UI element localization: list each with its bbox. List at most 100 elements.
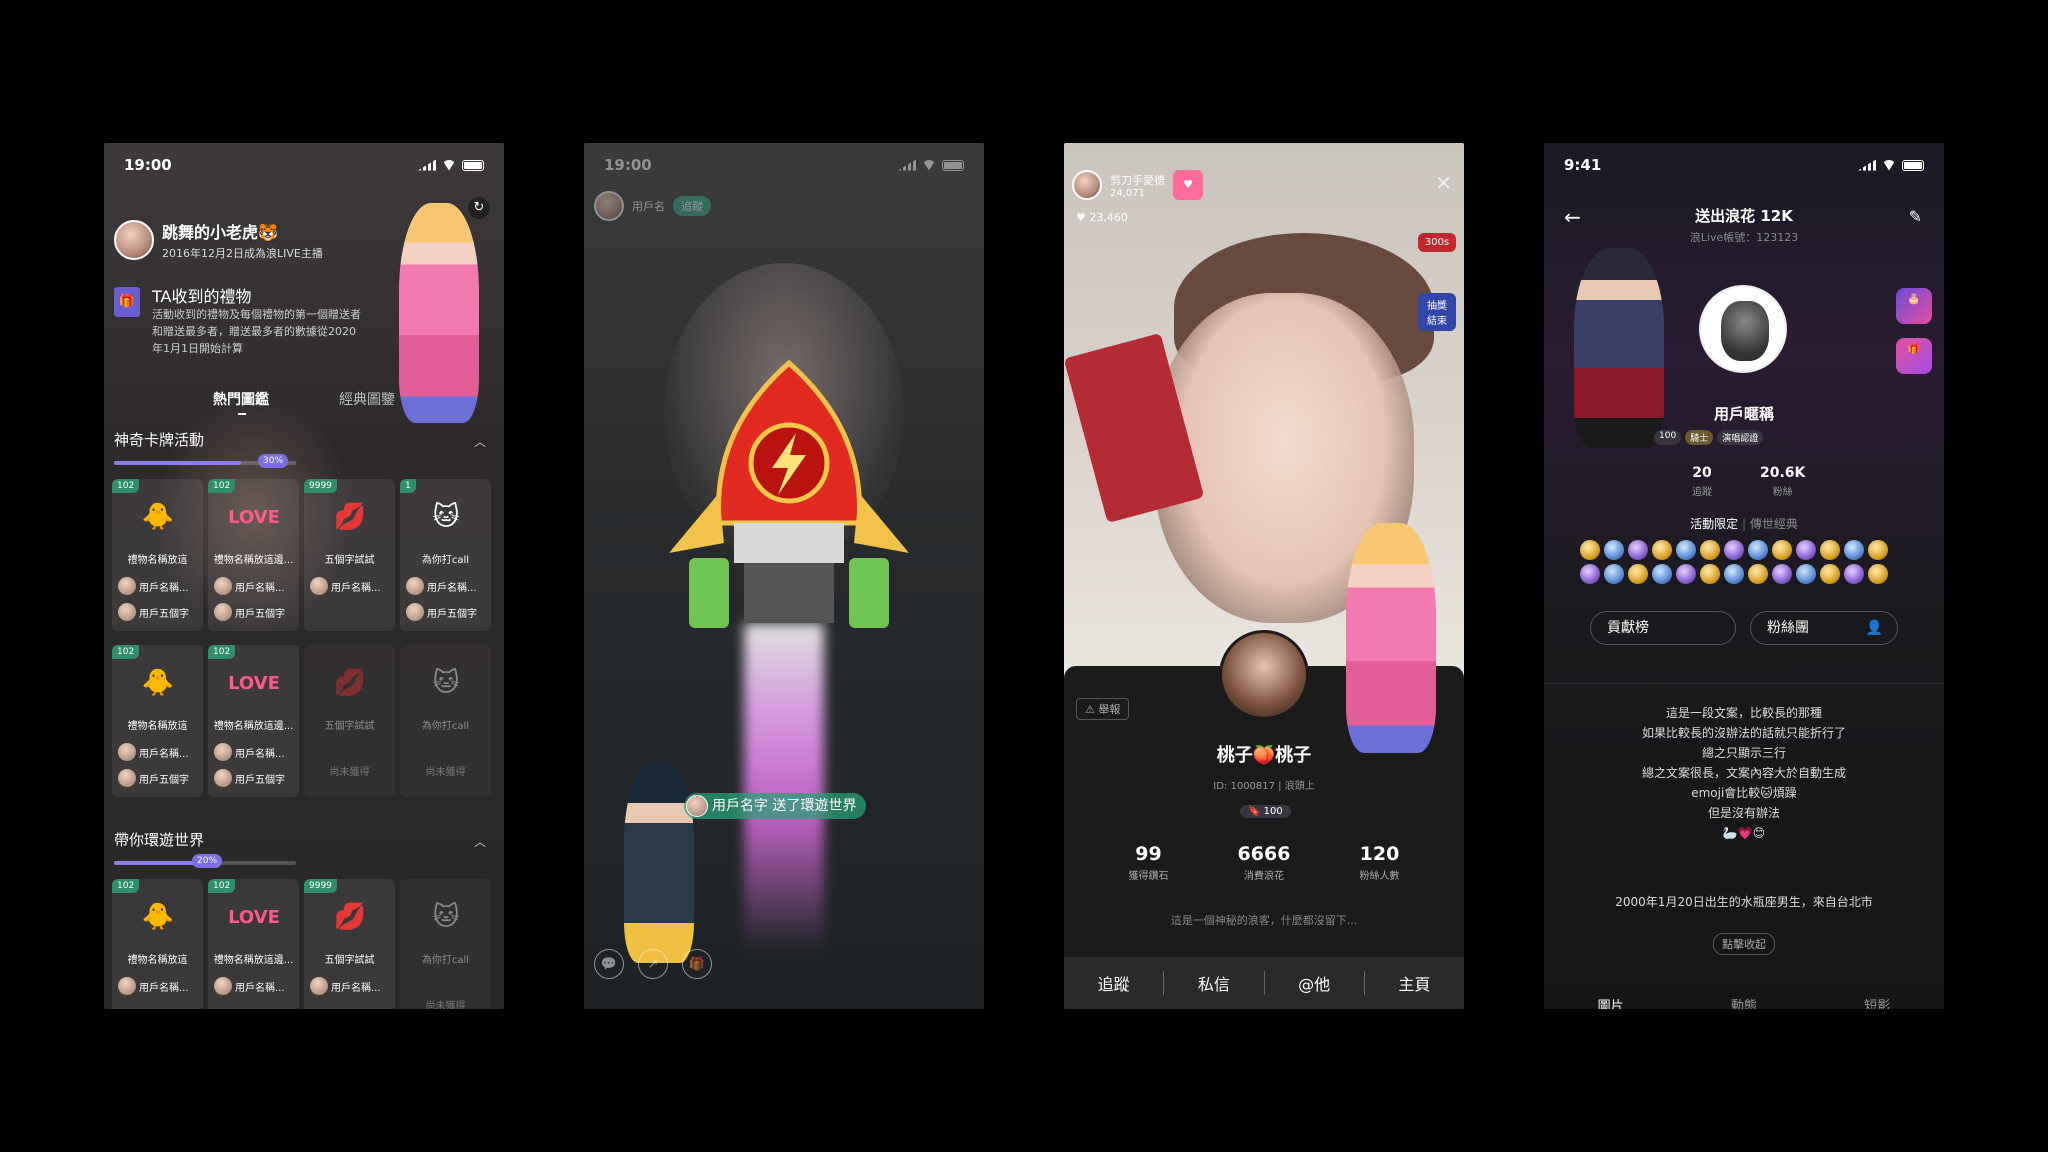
medal-icon[interactable]	[1772, 540, 1792, 560]
gift-name: 禮物名稱放這	[127, 721, 188, 732]
share-icon[interactable]: ↗	[638, 949, 668, 979]
top-giver[interactable]: 用戶五個字	[406, 603, 477, 621]
gift-card[interactable]: 102 🐥 禮物名稱放這 用戶名稱...	[112, 879, 203, 1009]
medal-icon[interactable]	[1700, 540, 1720, 560]
tab-photos[interactable]: 圖片	[1598, 995, 1624, 1009]
love-text-icon: LOVE	[228, 672, 280, 694]
medal-icon[interactable]	[1748, 540, 1768, 560]
follow-button[interactable]: 追蹤	[1064, 971, 1165, 995]
medal-icon[interactable]	[1844, 540, 1864, 560]
medal-icon[interactable]	[1604, 540, 1624, 560]
gift-card[interactable]: 1 🐱 為你打call 用戶名稱... 用戶五個字	[400, 479, 491, 631]
birthday-badge-button[interactable]: 🎂	[1896, 288, 1932, 324]
gift-box-button[interactable]: 🎁	[1896, 338, 1932, 374]
medal-icon[interactable]	[1628, 540, 1648, 560]
medal-icon[interactable]	[1652, 564, 1672, 584]
avatar[interactable]	[1219, 630, 1309, 720]
gift-card[interactable]: 102 LOVE 禮物名稱放這邊... 用戶名稱... 用戶五個字	[208, 479, 299, 631]
gift-card[interactable]: 102 LOVE 禮物名稱放這邊... 用戶名稱...	[208, 879, 299, 1009]
medal-icon[interactable]	[1748, 564, 1768, 584]
medal-icon[interactable]	[1676, 540, 1696, 560]
gift-notice-banner: 用戶名字 送了環遊世界	[684, 793, 867, 819]
top-giver[interactable]: 用戶五個字	[118, 769, 189, 787]
first-giver[interactable]: 用戶名稱...	[214, 743, 285, 761]
medal-icon[interactable]	[1580, 564, 1600, 584]
avatar[interactable]	[1699, 285, 1787, 373]
fan-club-button[interactable]: 粉絲團 👤	[1750, 611, 1898, 645]
first-giver[interactable]: 用戶名稱...	[310, 977, 381, 995]
gift-card[interactable]: 🐱 為你打call 尚未獲得	[400, 645, 491, 797]
heart-icon[interactable]: ♥	[1173, 170, 1203, 200]
tab-videos[interactable]: 短影	[1864, 995, 1890, 1009]
stat-value: 6666	[1237, 843, 1291, 865]
gift-card[interactable]: 102 🐥 禮物名稱放這 用戶名稱... 用戶五個字	[112, 645, 203, 797]
chevron-up-icon[interactable]: ︿	[474, 433, 486, 450]
lottery-button[interactable]: 抽獎 結束	[1418, 293, 1456, 331]
first-giver[interactable]: 用戶名稱...	[214, 577, 285, 595]
first-giver[interactable]: 用戶名稱...	[214, 977, 285, 995]
medal-icon[interactable]	[1820, 540, 1840, 560]
gift-card[interactable]: 🐱 為你打call 尚未獲得	[400, 879, 491, 1009]
tab-classic[interactable]: 傳世經典	[1750, 517, 1798, 531]
avatar[interactable]	[594, 191, 624, 221]
medal-icon[interactable]	[1604, 564, 1624, 584]
medal-icon[interactable]	[1700, 564, 1720, 584]
chevron-up-icon[interactable]: ︿	[474, 833, 486, 850]
medal-icon[interactable]	[1796, 564, 1816, 584]
tab-classic[interactable]: 經典圖鑒	[339, 389, 395, 409]
chat-icon[interactable]: 💬	[594, 949, 624, 979]
medal-icon[interactable]	[1628, 564, 1648, 584]
gift-icon[interactable]: 🎁	[682, 949, 712, 979]
close-icon[interactable]: ✕	[1435, 171, 1452, 195]
refresh-icon[interactable]: ↻	[468, 197, 490, 219]
first-giver[interactable]: 用戶名稱...	[310, 577, 381, 595]
medal-icon[interactable]	[1772, 564, 1792, 584]
gift-card[interactable]: 9999 💋 五個字試試 用戶名稱...	[304, 479, 395, 631]
stat-following[interactable]: 20 追蹤	[1692, 465, 1712, 498]
user-bio: 這是一個神秘的浪客，什麼都沒留下...	[1170, 914, 1358, 927]
homepage-button[interactable]: 主頁	[1365, 971, 1464, 995]
lips-icon: 💋	[333, 902, 367, 932]
gift-notice-text: 用戶名字 送了環遊世界	[712, 798, 857, 814]
first-giver[interactable]: 用戶名稱...	[406, 577, 477, 595]
medal-icon[interactable]	[1724, 540, 1744, 560]
streamer-header[interactable]: 跳舞的小老虎🐯 2016年12月2日成為浪LIVE主播	[114, 219, 323, 261]
stat-fans[interactable]: 20.6K 粉絲	[1760, 465, 1805, 498]
first-giver[interactable]: 用戶名稱...	[118, 577, 189, 595]
contribution-rank-button[interactable]: 貢獻榜	[1590, 611, 1736, 645]
medal-icon[interactable]	[1796, 540, 1816, 560]
avatar[interactable]	[1072, 170, 1102, 200]
top-giver[interactable]: 用戶五個字	[214, 769, 285, 787]
avatar[interactable]	[114, 220, 154, 260]
medal-icon[interactable]	[1820, 564, 1840, 584]
medal-icon[interactable]	[1868, 540, 1888, 560]
gift-card[interactable]: 💋 五個字試試 尚未獲得	[304, 645, 395, 797]
gift-card[interactable]: 102 LOVE 禮物名稱放這邊... 用戶名稱... 用戶五個字	[208, 645, 299, 797]
gift-name: 為你打call	[421, 555, 470, 566]
first-giver[interactable]: 用戶名稱...	[118, 743, 189, 761]
tab-posts[interactable]: 動態	[1731, 995, 1757, 1009]
medal-icon[interactable]	[1724, 564, 1744, 584]
red-envelope-button[interactable]: 300s	[1418, 233, 1456, 252]
medal-icon[interactable]	[1580, 540, 1600, 560]
level-value: 100	[1263, 806, 1283, 817]
top-giver[interactable]: 用戶五個字	[214, 603, 285, 621]
top-giver[interactable]: 用戶五個字	[118, 603, 189, 621]
medal-icon[interactable]	[1868, 564, 1888, 584]
status-bar: 9:41	[1544, 143, 1944, 187]
report-button[interactable]: ⚠ 舉報	[1076, 698, 1130, 720]
mention-button[interactable]: @他	[1265, 971, 1365, 995]
message-button[interactable]: 私信	[1164, 971, 1265, 995]
gift-card[interactable]: 102 🐥 禮物名稱放這 用戶名稱... 用戶五個字	[112, 479, 203, 631]
first-giver[interactable]: 用戶名稱...	[118, 977, 189, 995]
medal-icon[interactable]	[1676, 564, 1696, 584]
tab-hot[interactable]: 熱門圖鑑	[213, 389, 269, 409]
follow-button[interactable]: 追蹤	[673, 196, 711, 216]
medal-icon[interactable]	[1844, 564, 1864, 584]
medal-icon[interactable]	[1652, 540, 1672, 560]
tab-activity[interactable]: 活動限定	[1690, 517, 1738, 531]
gift-card[interactable]: 9999 💋 五個字試試 用戶名稱...	[304, 879, 395, 1009]
knight-badge: 騎士	[1685, 430, 1714, 445]
collapse-button[interactable]: 點擊收起	[1713, 933, 1775, 955]
not-obtained-label: 尚未獲得	[425, 1001, 466, 1009]
